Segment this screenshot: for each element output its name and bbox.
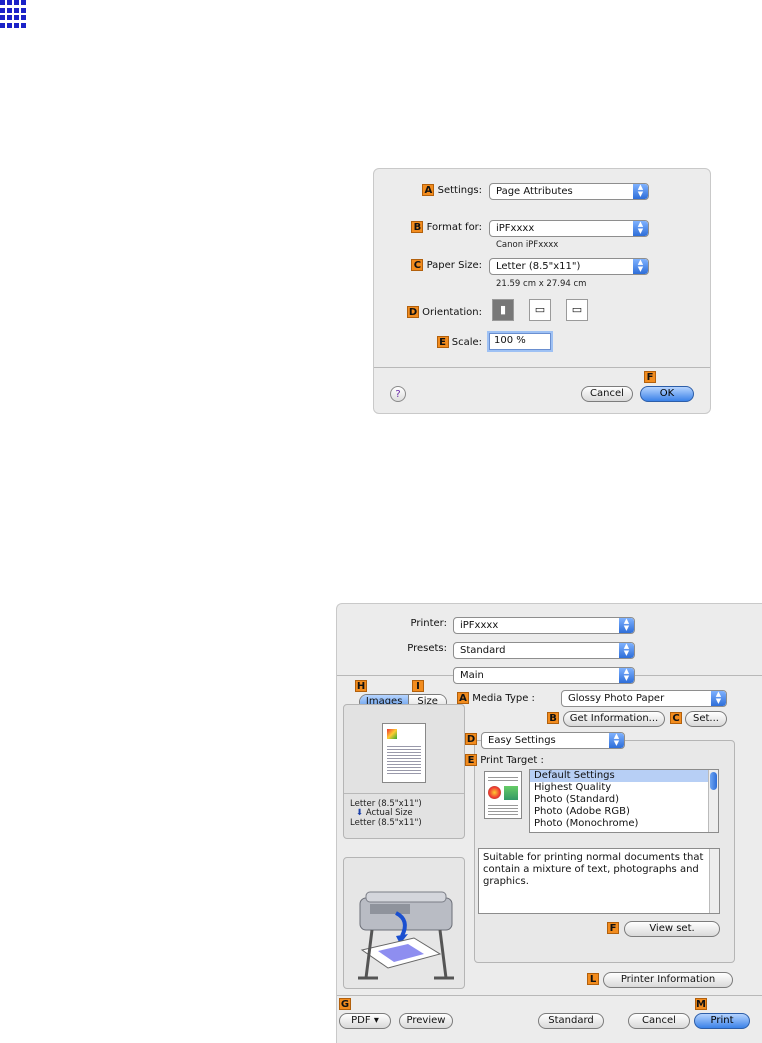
presets-label: Presets: xyxy=(407,643,447,654)
orientation-portrait-icon[interactable]: ▮ xyxy=(492,299,514,321)
print-dialog: Printer: iPFxxxx ▲ ▼ Presets: Standard ▲ ▼… xyxy=(336,603,762,1043)
list-item[interactable]: Photo (Standard) xyxy=(530,794,718,806)
badge-f: F xyxy=(644,371,656,383)
arrow-down-icon: ⬇ xyxy=(356,808,364,818)
badge-l: L xyxy=(587,973,599,985)
orientation-landscape-left-icon[interactable]: ▭ xyxy=(529,299,551,321)
badge-g: G xyxy=(339,998,351,1010)
printer-illustration-panel xyxy=(343,857,465,989)
format-popup[interactable]: iPFxxxx ▲ ▼ xyxy=(489,220,649,237)
badge-b: B xyxy=(411,221,424,233)
popup-arrows-icon: ▲ ▼ xyxy=(619,668,634,683)
settings-popup[interactable]: Page Attributes ▲ ▼ xyxy=(489,183,649,200)
format-label: B Format for: xyxy=(411,221,482,233)
popup-arrows-icon: ▲ ▼ xyxy=(633,184,648,199)
print-button[interactable]: Print xyxy=(694,1013,750,1029)
view-set-button[interactable]: View set. xyxy=(624,921,720,937)
badge-d: D xyxy=(406,306,419,318)
divider xyxy=(374,367,710,368)
paper-size-popup[interactable]: Letter (8.5"x11") ▲ ▼ xyxy=(489,258,649,275)
badge-c: C xyxy=(411,259,424,271)
badge-a: A xyxy=(457,692,469,704)
badge-f: F xyxy=(607,922,619,934)
settings-label: A Settings: xyxy=(422,184,482,196)
print-target-thumbnail-icon xyxy=(484,771,522,819)
set-button[interactable]: Set... xyxy=(685,711,727,727)
scale-field[interactable]: 100 % xyxy=(489,333,551,350)
printer-label: Printer: xyxy=(410,618,447,629)
page-thumbnail-icon xyxy=(382,723,426,783)
description-box: Suitable for printing normal documents t… xyxy=(478,848,720,914)
cancel-button[interactable]: Cancel xyxy=(581,386,633,402)
scrollbar-thumb[interactable] xyxy=(710,772,717,790)
list-item[interactable]: Default Settings xyxy=(530,770,718,782)
preview-actual-size: ⬇ Actual Size xyxy=(356,808,413,818)
list-item[interactable]: Highest Quality xyxy=(530,782,718,794)
print-target-label: E Print Target : xyxy=(465,754,544,766)
media-type-popup[interactable]: Glossy Photo Paper ▲ ▼ xyxy=(561,690,727,707)
badge-e: E xyxy=(436,336,449,348)
pdf-button[interactable]: PDF ▾ xyxy=(339,1013,391,1029)
pane-popup[interactable]: Main ▲ ▼ xyxy=(453,667,635,684)
orientation-landscape-right-icon[interactable]: ▭ xyxy=(566,299,588,321)
popup-arrows-icon: ▲ ▼ xyxy=(619,643,634,658)
printer-illustration-icon xyxy=(358,891,454,980)
presets-popup[interactable]: Standard ▲ ▼ xyxy=(453,642,635,659)
popup-arrows-icon: ▲ ▼ xyxy=(619,618,634,633)
print-target-list[interactable]: Default Settings Highest Quality Photo (… xyxy=(529,769,719,833)
description-scrollbar[interactable] xyxy=(709,849,719,913)
paper-preview-panel: Letter (8.5"x11") ⬇ Actual Size Letter (… xyxy=(343,704,465,839)
badge-e: E xyxy=(465,754,477,766)
preview-output-line: Letter (8.5"x11") xyxy=(350,818,422,828)
list-scrollbar[interactable] xyxy=(708,770,718,832)
ok-button[interactable]: OK xyxy=(640,386,694,402)
badge-m: M xyxy=(695,998,707,1010)
printer-information-button[interactable]: Printer Information xyxy=(603,972,733,988)
printer-popup[interactable]: iPFxxxx ▲ ▼ xyxy=(453,617,635,634)
popup-arrows-icon: ▲ ▼ xyxy=(633,221,648,236)
media-type-label: A Media Type : xyxy=(457,692,535,704)
easy-settings-popup[interactable]: Easy Settings ▲ ▼ xyxy=(481,732,625,749)
list-item[interactable]: Photo (Monochrome) xyxy=(530,818,718,830)
preview-divider xyxy=(344,793,464,794)
page-setup-dialog: A Settings: Page Attributes ▲ ▼ B Format … xyxy=(373,168,711,414)
cancel-button[interactable]: Cancel xyxy=(628,1013,690,1029)
help-icon[interactable]: ? xyxy=(390,386,406,402)
popup-arrows-icon: ▲ ▼ xyxy=(609,733,624,748)
paper-size-sub: 21.59 cm x 27.94 cm xyxy=(496,279,587,289)
popup-arrows-icon: ▲ ▼ xyxy=(633,259,648,274)
paper-size-label: C Paper Size: xyxy=(411,259,482,271)
badge-d: D xyxy=(465,733,477,745)
badge-i: I xyxy=(412,680,424,692)
list-item[interactable]: Photo (Adobe RGB) xyxy=(530,806,718,818)
orientation-label: D Orientation: xyxy=(406,306,482,318)
grid-icon xyxy=(0,0,28,28)
scale-label: E Scale: xyxy=(436,336,482,348)
popup-arrows-icon: ▲ ▼ xyxy=(711,691,726,706)
preview-button[interactable]: Preview xyxy=(399,1013,453,1029)
badge-c: C xyxy=(670,712,682,724)
badge-a: A xyxy=(422,184,435,196)
badge-h: H xyxy=(355,680,367,692)
badge-b: B xyxy=(547,712,559,724)
get-information-button[interactable]: Get Information... xyxy=(563,711,665,727)
standard-button[interactable]: Standard xyxy=(538,1013,604,1029)
format-sub: Canon iPFxxxx xyxy=(496,240,559,250)
footer-divider xyxy=(337,995,762,996)
